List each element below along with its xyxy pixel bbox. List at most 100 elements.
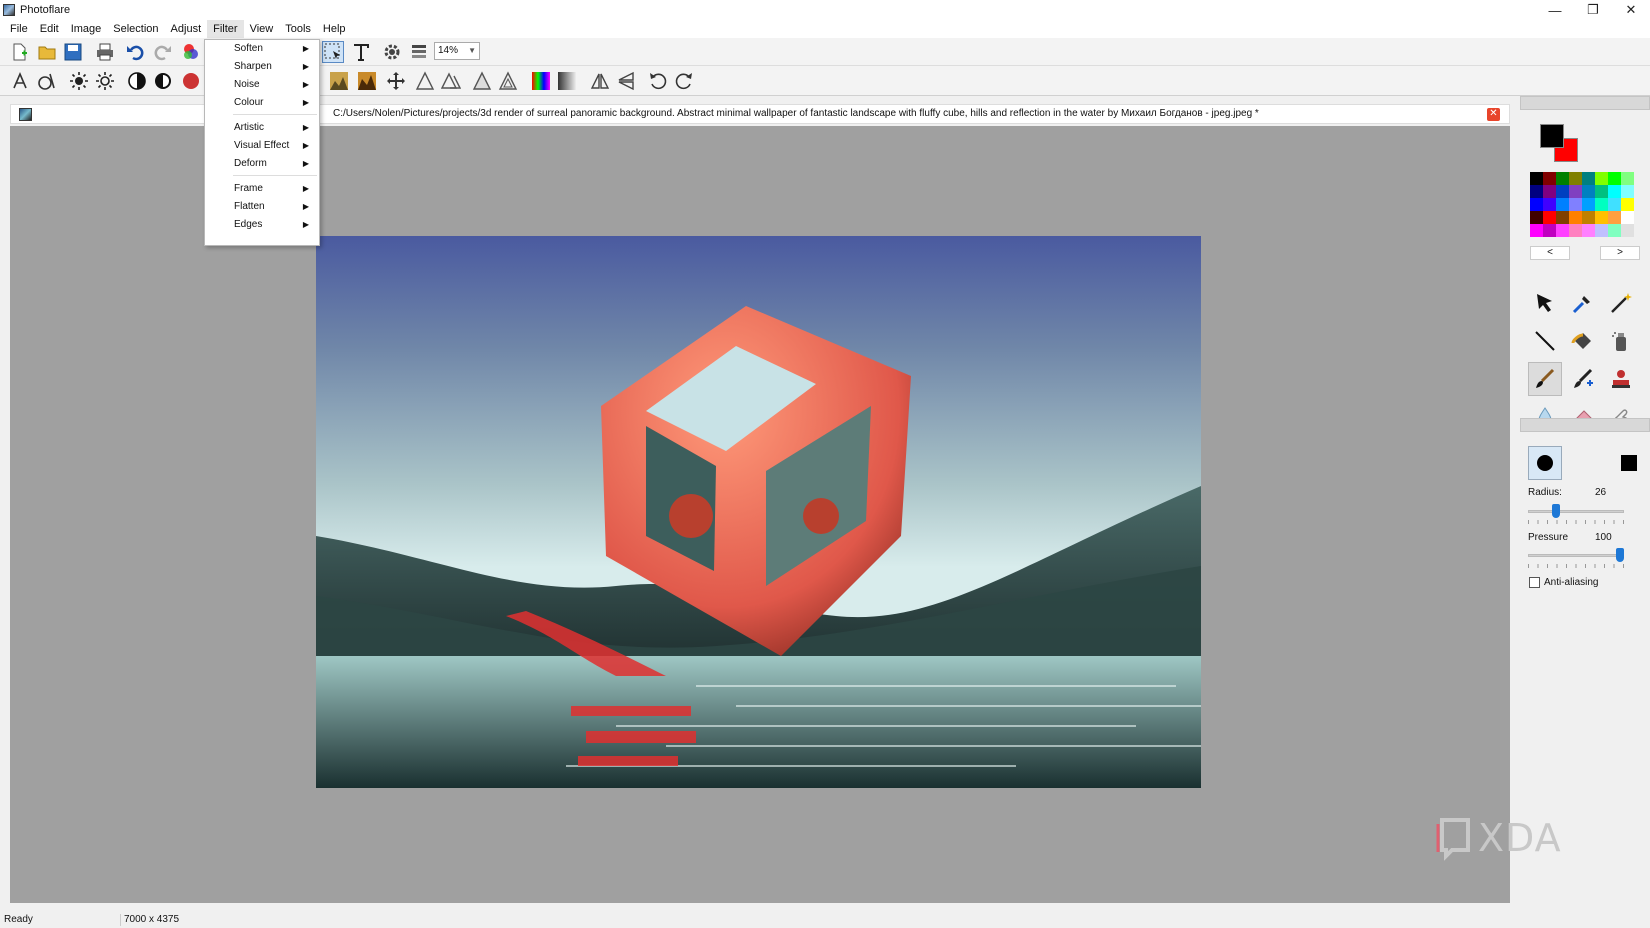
rotate-cw-icon[interactable] [673,70,695,92]
triangle-outline-icon[interactable] [414,70,436,92]
menu-adjust[interactable]: Adjust [165,20,208,38]
palette-swatch[interactable] [1621,211,1634,224]
brightness-up-icon[interactable] [94,70,116,92]
triangle-gray-icon[interactable] [471,70,493,92]
palette-swatch[interactable] [1582,185,1595,198]
radius-slider-thumb[interactable] [1551,504,1560,518]
auto-level-icon[interactable] [10,70,32,92]
palette-swatch[interactable] [1608,185,1621,198]
filter-edges[interactable]: Edges ▶ [205,216,319,234]
menu-help[interactable]: Help [317,20,352,38]
grayscale-gradient-icon[interactable] [556,70,578,92]
menu-filter[interactable]: Filter [207,20,244,38]
palette-prev-button[interactable]: < [1530,246,1570,260]
palette-swatch[interactable] [1543,211,1556,224]
palette-swatch[interactable] [1556,185,1569,198]
undo-icon[interactable] [124,41,146,63]
pressure-slider-thumb[interactable] [1616,548,1624,562]
levels-icon[interactable] [328,70,350,92]
palette-swatch[interactable] [1543,224,1556,237]
paint-bucket-icon[interactable] [1566,324,1600,358]
palette-swatch[interactable] [1595,172,1608,185]
contrast-up-icon[interactable] [152,70,174,92]
palette-swatch[interactable] [1595,185,1608,198]
new-file-icon[interactable] [8,41,30,63]
palette-swatch[interactable] [1556,172,1569,185]
restore-button[interactable]: ❐ [1574,0,1612,20]
palette-swatch[interactable] [1595,211,1608,224]
palette-swatch[interactable] [1556,198,1569,211]
palette-swatch[interactable] [1556,224,1569,237]
curves-icon[interactable] [356,70,378,92]
menu-tools[interactable]: Tools [279,20,317,38]
palette-swatch[interactable] [1582,172,1595,185]
radius-slider[interactable] [1528,510,1624,513]
menu-image[interactable]: Image [65,20,108,38]
filter-deform[interactable]: Deform ▶ [205,155,319,173]
pointer-arrow-icon[interactable] [1528,286,1562,320]
filter-frame[interactable]: Frame ▶ [205,180,319,198]
palette-swatch[interactable] [1543,198,1556,211]
palette-swatch[interactable] [1569,211,1582,224]
palette-swatch[interactable] [1530,211,1543,224]
palette-swatch[interactable] [1608,172,1621,185]
rotate-ccw-icon[interactable] [647,70,669,92]
palette-swatch[interactable] [1595,198,1608,211]
palette-next-button[interactable]: > [1600,246,1640,260]
close-document-icon[interactable]: ✕ [1487,108,1500,121]
settings-gear-icon[interactable] [381,41,403,63]
line-tool-icon[interactable] [1528,324,1562,358]
palette-swatch[interactable] [1608,198,1621,211]
palette-swatch[interactable] [1621,224,1634,237]
palette-swatch[interactable] [1556,211,1569,224]
color-balance-icon[interactable] [180,41,202,63]
filter-colour[interactable]: Colour ▶ [205,94,319,112]
palette-swatch[interactable] [1543,185,1556,198]
palette-swatch[interactable] [1621,198,1634,211]
brush-shape-round[interactable] [1528,446,1562,480]
auto-contrast-icon[interactable] [36,70,58,92]
brush-shape-square[interactable] [1612,446,1646,480]
eyedropper-icon[interactable] [1566,286,1600,320]
flip-vertical-icon[interactable] [615,70,637,92]
palette-swatch[interactable] [1569,224,1582,237]
palette-swatch[interactable] [1608,224,1621,237]
hue-spectrum-icon[interactable] [530,70,552,92]
palette-swatch[interactable] [1608,211,1621,224]
palette-swatch[interactable] [1543,172,1556,185]
palette-swatch[interactable] [1569,185,1582,198]
zoom-select[interactable]: 14% ▼ [434,42,480,60]
magic-wand-icon[interactable] [1604,286,1638,320]
palette-swatch[interactable] [1621,172,1634,185]
saturation-icon[interactable] [180,70,202,92]
palette-swatch[interactable] [1530,172,1543,185]
stamp-icon[interactable] [1604,362,1638,396]
text-tool-icon[interactable] [350,41,372,63]
document-image[interactable] [316,236,1201,788]
paintbrush-icon[interactable] [1528,362,1562,396]
filter-soften[interactable]: Soften ▶ [205,40,319,58]
palette-swatch[interactable] [1569,198,1582,211]
move-arrows-icon[interactable] [385,70,407,92]
redo-icon[interactable] [152,41,174,63]
menu-view[interactable]: View [244,20,280,38]
palette-swatch[interactable] [1530,198,1543,211]
palette-swatch[interactable] [1582,198,1595,211]
palette-swatch[interactable] [1621,185,1634,198]
palette-swatch[interactable] [1530,185,1543,198]
save-icon[interactable] [62,41,84,63]
selection-tool-icon[interactable] [322,41,344,63]
flip-horizontal-icon[interactable] [589,70,611,92]
minimize-button[interactable]: — [1536,0,1574,20]
filter-artistic[interactable]: Artistic ▶ [205,119,319,137]
menu-selection[interactable]: Selection [107,20,164,38]
close-window-button[interactable]: ✕ [1612,0,1650,20]
menu-file[interactable]: File [4,20,34,38]
antialias-checkbox[interactable] [1529,577,1540,588]
palette-swatch[interactable] [1569,172,1582,185]
layers-list-icon[interactable] [408,41,430,63]
print-icon[interactable] [94,41,116,63]
palette-swatch[interactable] [1530,224,1543,237]
palette-swatch[interactable] [1582,224,1595,237]
menu-edit[interactable]: Edit [34,20,65,38]
